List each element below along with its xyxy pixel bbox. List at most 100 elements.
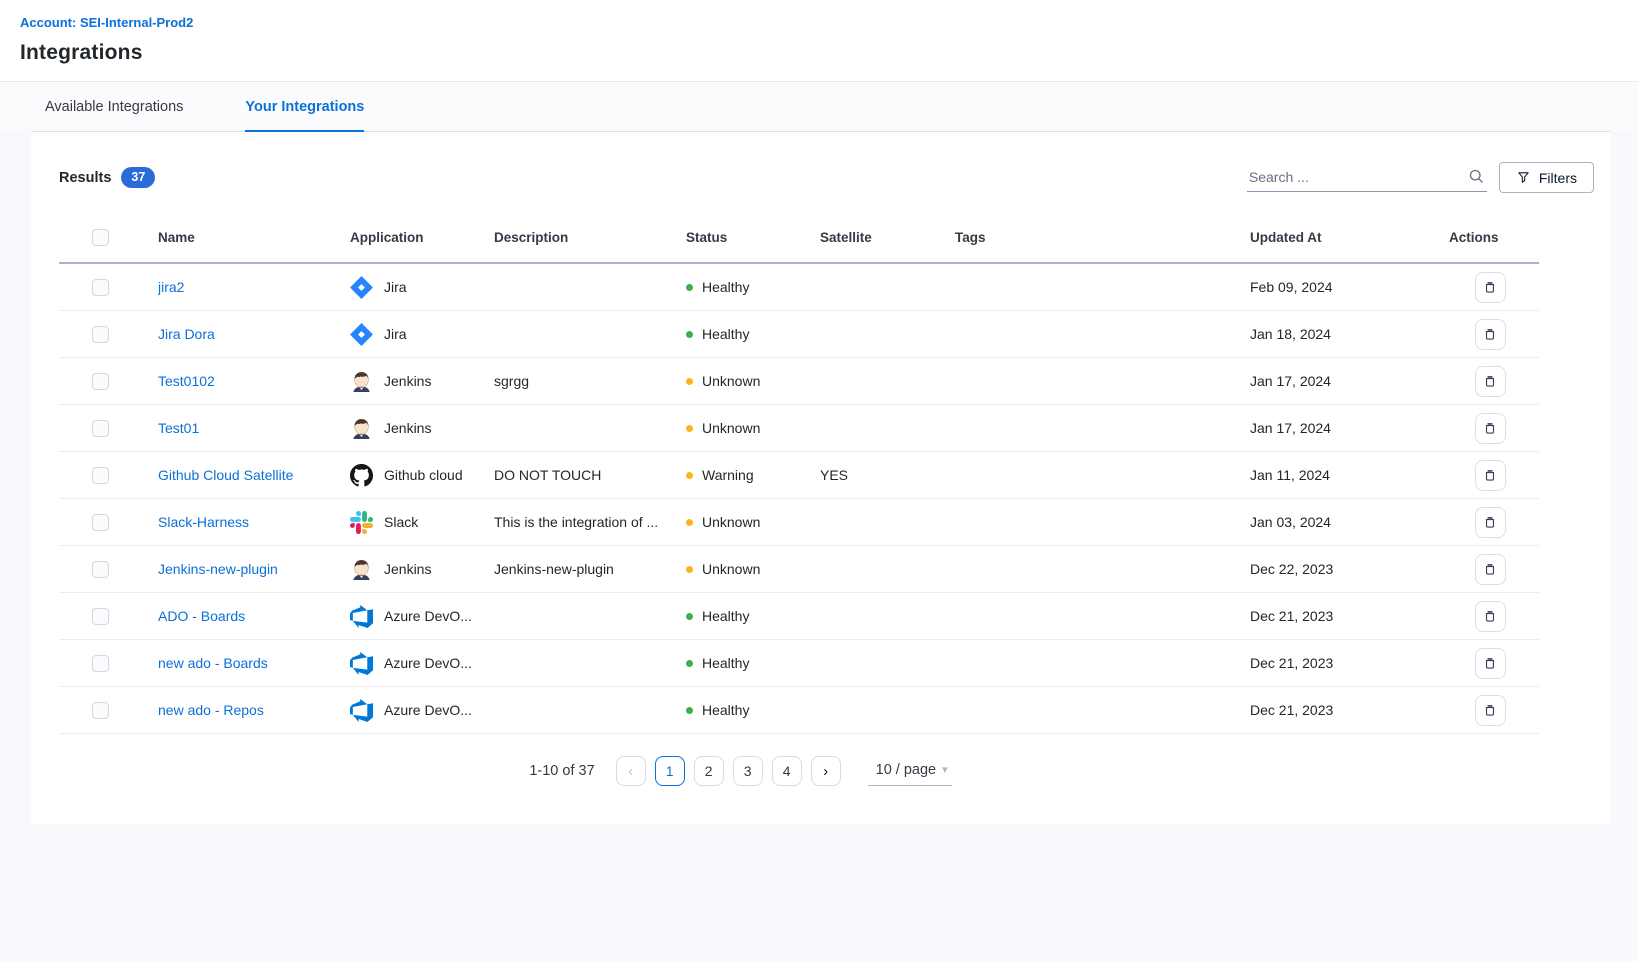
tags-cell	[955, 405, 1250, 452]
page-size-select[interactable]: 10 / page ▾	[868, 757, 952, 786]
pagination-page-3[interactable]: 3	[733, 756, 763, 786]
description-cell: DO NOT TOUCH	[494, 452, 686, 499]
description-cell	[494, 311, 686, 358]
status-dot-icon	[686, 613, 693, 620]
delete-integration-button[interactable]	[1475, 460, 1506, 491]
satellite-cell	[820, 263, 955, 311]
toolbar: Results 37 Filters	[45, 162, 1596, 193]
application-label: Jira	[384, 326, 407, 342]
column-header-tags: Tags	[955, 215, 1250, 263]
integration-name-link[interactable]: Slack-Harness	[158, 514, 249, 530]
application-label: Jira	[384, 279, 407, 295]
trash-icon	[1482, 420, 1498, 436]
delete-integration-button[interactable]	[1475, 601, 1506, 632]
row-checkbox[interactable]	[92, 279, 109, 296]
table-row: new ado - ReposAzure DevO...HealthyDec 2…	[59, 687, 1539, 734]
select-all-checkbox[interactable]	[92, 229, 109, 246]
row-checkbox[interactable]	[92, 608, 109, 625]
integration-name-link[interactable]: ADO - Boards	[158, 608, 245, 624]
pagination-range-label: 1-10 of 37	[529, 763, 594, 779]
integration-name-link[interactable]: new ado - Boards	[158, 655, 268, 671]
application-label: Azure DevO...	[384, 655, 472, 671]
row-checkbox[interactable]	[92, 655, 109, 672]
delete-integration-button[interactable]	[1475, 648, 1506, 679]
integration-name-link[interactable]: Jira Dora	[158, 326, 215, 342]
satellite-cell	[820, 593, 955, 640]
column-header-updated-at: Updated At	[1250, 215, 1449, 263]
satellite-cell	[820, 358, 955, 405]
pagination-page-4[interactable]: 4	[772, 756, 802, 786]
delete-integration-button[interactable]	[1475, 366, 1506, 397]
updated-at-cell: Feb 09, 2024	[1250, 263, 1449, 311]
trash-icon	[1482, 326, 1498, 342]
description-cell	[494, 593, 686, 640]
row-checkbox[interactable]	[92, 326, 109, 343]
page-header: Account: SEI-Internal-Prod2 Integrations	[0, 0, 1638, 82]
pagination-page-2[interactable]: 2	[694, 756, 724, 786]
row-checkbox[interactable]	[92, 514, 109, 531]
tags-cell	[955, 358, 1250, 405]
application-label: Azure DevO...	[384, 702, 472, 718]
jenkins-icon	[350, 558, 373, 581]
integration-name-link[interactable]: Test01	[158, 420, 199, 436]
integration-name-link[interactable]: Github Cloud Satellite	[158, 467, 293, 483]
row-checkbox[interactable]	[92, 702, 109, 719]
row-checkbox[interactable]	[92, 561, 109, 578]
pagination-next-button[interactable]: ›	[811, 756, 841, 786]
row-checkbox[interactable]	[92, 420, 109, 437]
status-badge: Healthy	[686, 640, 812, 686]
delete-integration-button[interactable]	[1475, 507, 1506, 538]
application-label: Jenkins	[384, 420, 431, 436]
delete-integration-button[interactable]	[1475, 554, 1506, 585]
status-label: Unknown	[702, 373, 760, 389]
column-header-satellite: Satellite	[820, 215, 955, 263]
tab-available-integrations[interactable]: Available Integrations	[45, 82, 183, 132]
row-checkbox[interactable]	[92, 373, 109, 390]
integration-name-link[interactable]: Test0102	[158, 373, 215, 389]
status-dot-icon	[686, 284, 693, 291]
description-cell: Jenkins-new-plugin	[494, 546, 686, 593]
satellite-cell: YES	[820, 452, 955, 499]
pagination-prev-button[interactable]: ‹	[616, 756, 646, 786]
status-badge: Unknown	[686, 546, 812, 592]
delete-integration-button[interactable]	[1475, 319, 1506, 350]
results-label: Results	[59, 170, 111, 186]
jenkins-icon	[350, 370, 373, 393]
trash-icon	[1482, 608, 1498, 624]
jira-icon	[350, 323, 373, 346]
search-input[interactable]	[1249, 169, 1468, 185]
integration-name-link[interactable]: Jenkins-new-plugin	[158, 561, 278, 577]
integration-name-link[interactable]: jira2	[158, 279, 184, 295]
status-badge: Healthy	[686, 687, 812, 733]
table-row: Jenkins-new-plugin Jenkins Jenkins-new-plu…	[59, 546, 1539, 593]
updated-at-cell: Jan 18, 2024	[1250, 311, 1449, 358]
application-label: Azure DevO...	[384, 608, 472, 624]
tags-cell	[955, 452, 1250, 499]
table-row: Slack-HarnessSlackThis is the integratio…	[59, 499, 1539, 546]
status-badge: Unknown	[686, 405, 812, 451]
status-label: Warning	[702, 467, 754, 483]
column-header-name: Name	[158, 215, 350, 263]
filter-funnel-icon	[1516, 170, 1531, 185]
delete-integration-button[interactable]	[1475, 413, 1506, 444]
application-label: Jenkins	[384, 561, 431, 577]
tab-your-integrations[interactable]: Your Integrations	[245, 82, 364, 132]
description-cell	[494, 405, 686, 452]
trash-icon	[1482, 702, 1498, 718]
search-field[interactable]	[1247, 163, 1487, 192]
pagination-page-1[interactable]: 1	[655, 756, 685, 786]
account-breadcrumb-link[interactable]: Account: SEI-Internal-Prod2	[20, 15, 193, 30]
tab-strip: Available Integrations Your Integrations	[0, 82, 1638, 132]
filters-button[interactable]: Filters	[1499, 162, 1594, 193]
delete-integration-button[interactable]	[1475, 695, 1506, 726]
integration-name-link[interactable]: new ado - Repos	[158, 702, 264, 718]
table-row: Github Cloud SatelliteGithub cloudDO NOT…	[59, 452, 1539, 499]
delete-integration-button[interactable]	[1475, 272, 1506, 303]
updated-at-cell: Jan 03, 2024	[1250, 499, 1449, 546]
description-cell	[494, 263, 686, 311]
updated-at-cell: Dec 21, 2023	[1250, 640, 1449, 687]
description-cell: This is the integration of ...	[494, 499, 686, 546]
jenkins-icon	[350, 417, 373, 440]
search-icon	[1468, 168, 1485, 185]
row-checkbox[interactable]	[92, 467, 109, 484]
